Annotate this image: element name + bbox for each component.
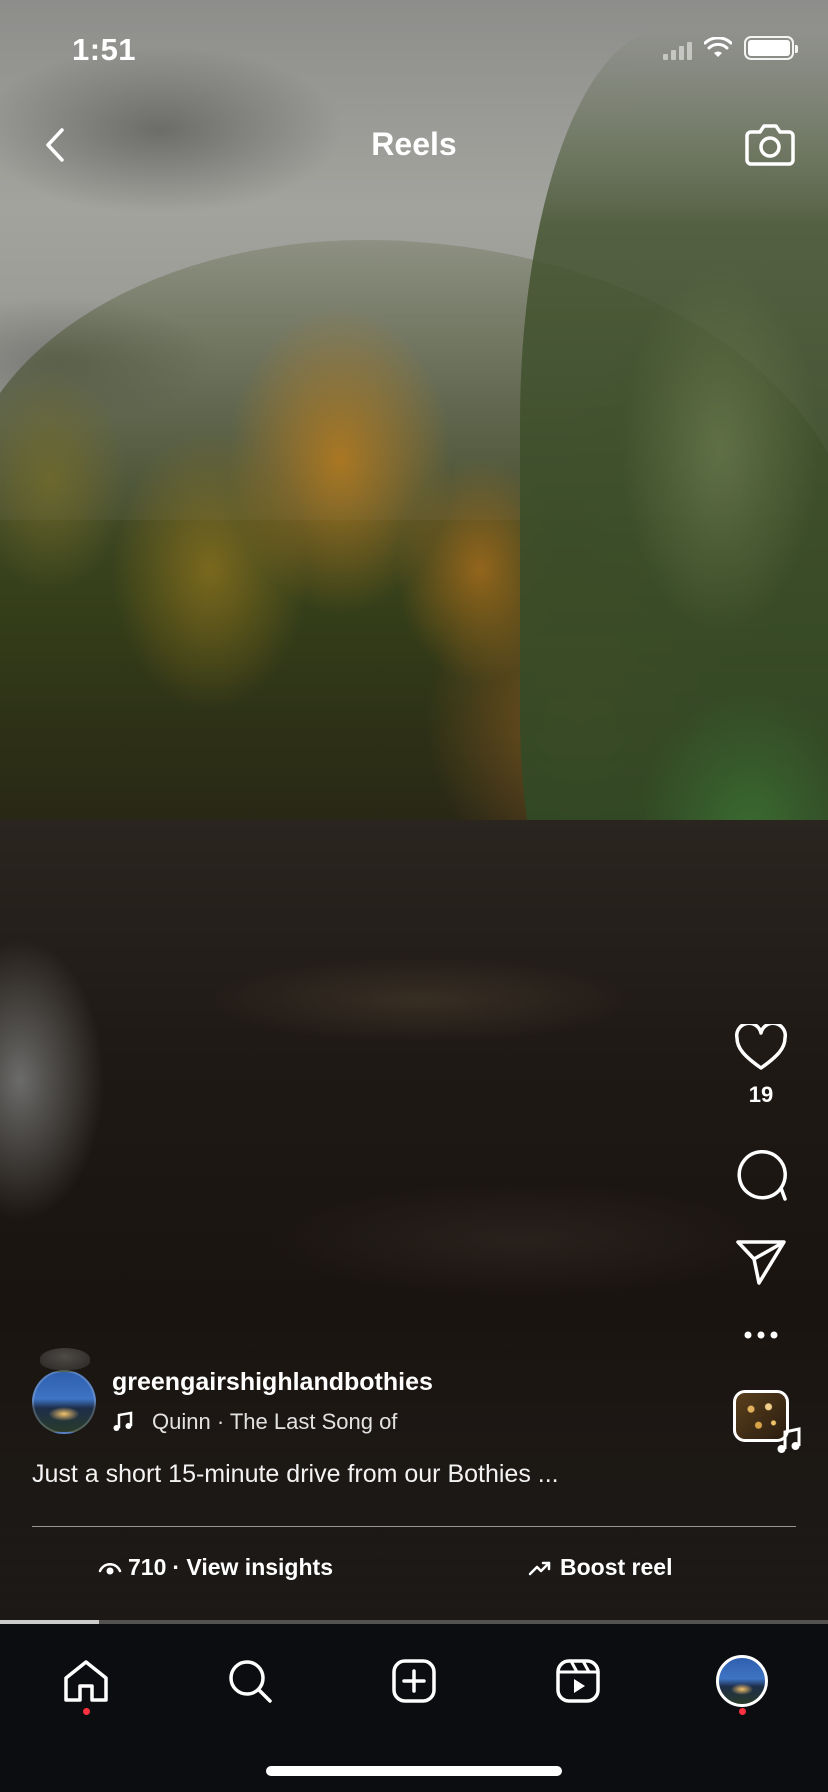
reels-header: Reels [0,110,828,180]
status-time: 1:51 [72,32,137,67]
reels-icon [556,1659,600,1703]
comment-bubble-icon [737,1150,787,1201]
view-count: 710 [128,1554,167,1580]
nav-home[interactable] [51,1646,121,1716]
nav-create[interactable] [379,1646,449,1716]
home-notification-dot [83,1708,90,1715]
music-note-icon [112,1411,134,1433]
action-rail: 19 [718,1024,804,1453]
like-count: 19 [748,1082,774,1107]
nav-search[interactable] [215,1646,285,1716]
author-meta: greengairshighlandbothies Quinn · The La… [112,1368,433,1435]
profile-avatar [716,1655,768,1707]
home-indicator [266,1766,562,1776]
signal-icon [663,36,692,60]
share-button[interactable] [726,1238,796,1286]
wifi-icon [704,37,732,57]
plus-square-icon [392,1659,436,1703]
boost-reel-button[interactable]: Boost reel [528,1554,672,1581]
eye-icon [98,1562,122,1574]
trending-up-icon [528,1561,551,1575]
view-insights-label: · View insights [172,1554,333,1580]
author-username[interactable]: greengairshighlandbothies [112,1368,433,1397]
divider [32,1526,796,1527]
view-insights-button[interactable]: 710 · View insights [98,1554,333,1581]
music-note-icon [777,1427,801,1453]
page-title: Reels [371,126,457,162]
profile-notification-dot [739,1708,746,1715]
more-button[interactable] [726,1330,796,1340]
camera-button[interactable] [742,116,798,172]
boost-label: Boost reel [560,1554,673,1580]
home-icon [64,1660,108,1702]
reel-caption[interactable]: Just a short 15-minute drive from our Bo… [32,1460,559,1489]
camera-icon [745,124,795,166]
more-dots-icon [744,1331,778,1339]
nav-profile[interactable] [707,1646,777,1716]
status-bar: 1:51 [0,0,828,100]
avatar [32,1370,96,1434]
reel-author: greengairshighlandbothies Quinn · The La… [32,1348,433,1435]
heart-icon [735,1024,787,1070]
author-avatar[interactable] [32,1348,96,1434]
audio-label: Quinn · The Last Song of [152,1409,398,1434]
battery-icon [744,36,798,60]
audio-attribution[interactable]: Quinn · The Last Song of [112,1409,433,1435]
avatar-decoration [40,1348,90,1370]
audio-thumbnail [733,1390,801,1453]
paper-plane-icon [736,1240,786,1285]
status-icons [663,36,798,60]
like-button[interactable]: 19 [726,1024,796,1108]
nav-reels[interactable] [543,1646,613,1716]
insights-bar: 710 · View insights Boost reel [0,1548,828,1592]
comment-button[interactable] [726,1148,796,1202]
bottom-nav [0,1624,828,1792]
search-icon [229,1660,272,1703]
original-audio-button[interactable] [726,1390,801,1453]
